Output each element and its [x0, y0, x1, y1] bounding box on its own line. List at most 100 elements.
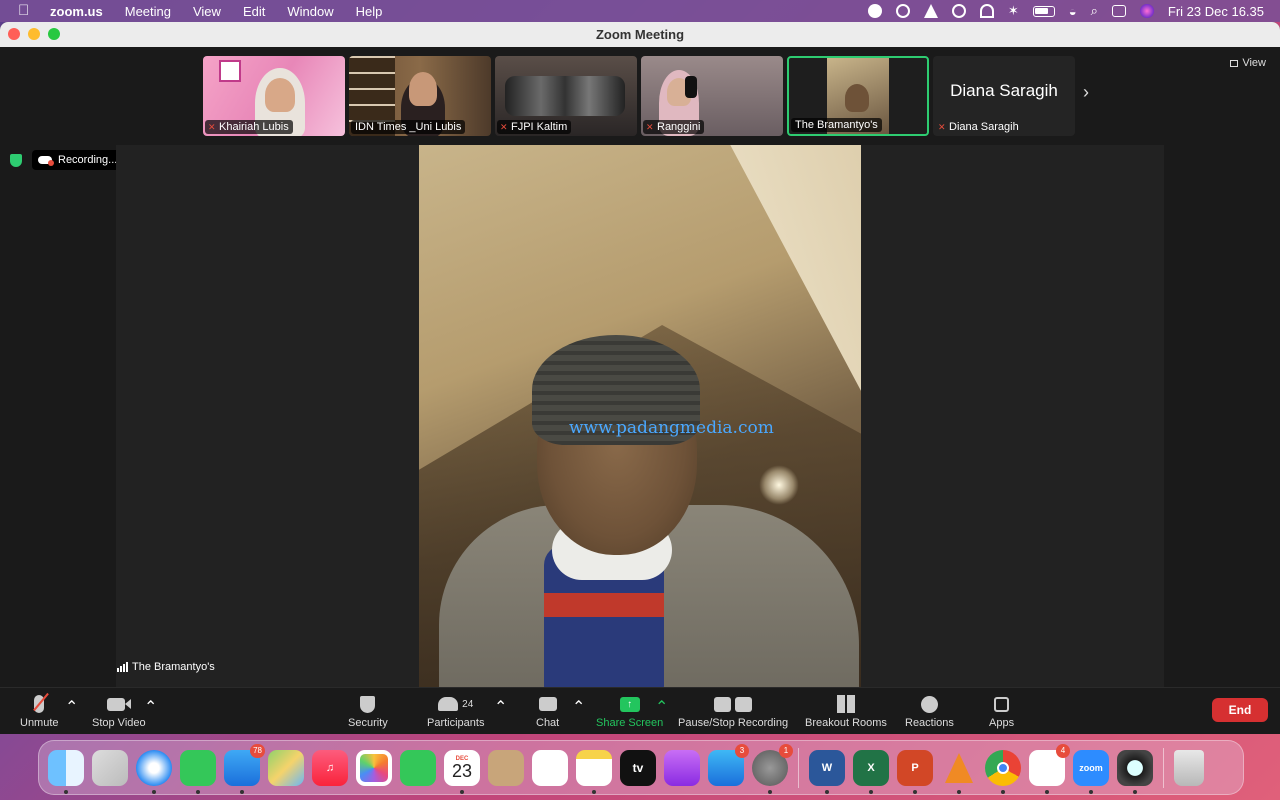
chrome-icon[interactable] — [985, 749, 1021, 794]
menu-meeting[interactable]: Meeting — [125, 4, 171, 19]
muted-mic-icon: ✕ — [500, 122, 508, 132]
participant-thumbnail[interactable]: Diana Saragih ✕ Diana Saragih — [933, 56, 1075, 136]
menu-bar-status-area: ✶ ◒ ⌕ Fri 23 Dec 16.35 — [867, 0, 1264, 22]
video-options-caret-icon[interactable]: ⌃ — [144, 697, 157, 717]
wifi-icon[interactable]: ◒ — [1069, 4, 1077, 19]
stop-video-button[interactable]: Stop Video — [92, 694, 146, 729]
fullscreen-window-button[interactable] — [48, 28, 60, 40]
finder-icon[interactable] — [48, 749, 84, 794]
mail-icon[interactable]: 78 — [224, 743, 265, 794]
participant-thumbnail[interactable]: ✕ Ranggini — [641, 56, 783, 136]
share-screen-button[interactable]: ↑ Share Screen — [596, 694, 663, 729]
share-options-caret-icon[interactable]: ⌃ — [655, 697, 668, 717]
maps-icon[interactable] — [268, 749, 304, 786]
trash-icon[interactable] — [1174, 749, 1204, 786]
display-icon[interactable] — [895, 4, 910, 18]
participant-thumbnail-active[interactable]: The Bramantyo's — [787, 56, 929, 136]
contacts-icon[interactable] — [488, 749, 524, 786]
apple-tv-icon[interactable]: tv — [620, 749, 656, 786]
muted-mic-icon: ✕ — [646, 122, 654, 132]
facetime-icon[interactable] — [400, 749, 436, 786]
participant-thumbnail[interactable]: ✕ FJPI Kaltim — [495, 56, 637, 136]
breakout-rooms-grid-icon — [836, 694, 855, 714]
vlc-icon[interactable] — [941, 750, 977, 794]
zoom-icon[interactable]: zoom — [1073, 749, 1109, 794]
participant-name-label: ✕ FJPI Kaltim — [497, 120, 572, 134]
music-icon[interactable]: ♫ — [312, 749, 348, 786]
menu-help[interactable]: Help — [356, 4, 383, 19]
participant-thumbnail[interactable]: IDN Times _Uni Lubis — [349, 56, 491, 136]
minimize-window-button[interactable] — [28, 28, 40, 40]
safari-icon[interactable] — [136, 749, 172, 794]
quicktime-icon[interactable] — [1117, 749, 1153, 794]
window-titlebar: Zoom Meeting — [0, 22, 1280, 47]
play-status-icon[interactable] — [951, 4, 966, 18]
active-speaker-video: www.padangmedia.com — [419, 145, 861, 687]
launchpad-icon[interactable] — [92, 749, 128, 786]
chat-button[interactable]: Chat — [536, 694, 559, 729]
close-window-button[interactable] — [8, 28, 20, 40]
participant-thumbnail[interactable]: ✕ Khairiah Lubis — [203, 56, 345, 136]
photos-icon[interactable] — [356, 749, 392, 786]
bluetooth-icon[interactable]: ✶ — [1008, 3, 1019, 19]
siri-icon[interactable] — [1139, 4, 1154, 18]
apps-button[interactable]: Apps — [989, 694, 1014, 729]
menu-view[interactable]: View — [193, 4, 221, 19]
meeting-controls-toolbar: Unmute ⌃ Stop Video ⌃ Security 24 Partic… — [0, 687, 1280, 734]
do-not-disturb-icon[interactable] — [867, 4, 882, 18]
reactions-smiley-icon — [920, 694, 938, 714]
slack-icon[interactable]: 4 — [1029, 743, 1070, 794]
video-camera-icon — [106, 694, 131, 714]
menu-edit[interactable]: Edit — [243, 4, 265, 19]
participant-name-label: ✕ Diana Saragih — [938, 121, 1019, 133]
next-page-chevron-icon[interactable]: › — [1083, 82, 1103, 102]
reminders-icon[interactable] — [532, 749, 568, 786]
vlc-status-icon[interactable] — [923, 4, 938, 18]
spotlight-search-icon[interactable]: ⌕ — [1091, 3, 1098, 19]
battery-icon[interactable] — [1032, 5, 1055, 17]
unmute-button[interactable]: Unmute — [20, 692, 59, 729]
active-speaker-name-label: The Bramantyo's — [117, 661, 215, 673]
app-store-icon[interactable]: 3 — [708, 743, 749, 786]
messages-icon[interactable] — [180, 749, 216, 794]
watermark-text: www.padangmedia.com — [569, 418, 774, 438]
meeting-area: ✕ Khairiah Lubis IDN Times _Uni Lubis ✕ FJ… — [0, 47, 1280, 687]
recording-controls-icon — [714, 694, 753, 714]
menu-window[interactable]: Window — [287, 4, 333, 19]
reactions-button[interactable]: Reactions — [905, 694, 954, 729]
encryption-shield-icon[interactable] — [10, 154, 22, 167]
microsoft-powerpoint-icon[interactable]: P — [897, 749, 933, 794]
participant-name-label: ✕ Ranggini — [643, 120, 705, 134]
pause-stop-recording-button[interactable]: Pause/Stop Recording — [678, 694, 788, 729]
apple-menu-icon[interactable]:  — [18, 3, 32, 19]
menu-clock[interactable]: Fri 23 Dec 16.35 — [1168, 4, 1264, 19]
audio-options-caret-icon[interactable]: ⌃ — [65, 697, 78, 717]
microsoft-word-icon[interactable]: W — [809, 749, 845, 794]
microsoft-excel-icon[interactable]: X — [853, 749, 889, 794]
control-center-icon[interactable] — [1111, 5, 1126, 17]
podcasts-icon[interactable] — [664, 749, 700, 786]
window-title: Zoom Meeting — [595, 27, 685, 42]
participants-button[interactable]: 24 Participants — [427, 694, 484, 729]
calendar-icon[interactable]: DEC 23 — [444, 749, 480, 794]
active-speaker-stage: www.padangmedia.com — [116, 145, 1164, 687]
mail-badge: 78 — [250, 743, 265, 758]
security-button[interactable]: Security — [348, 694, 388, 729]
breakout-rooms-button[interactable]: Breakout Rooms — [805, 694, 887, 729]
participant-face — [409, 72, 437, 106]
end-meeting-button[interactable]: End — [1212, 698, 1268, 722]
participant-face — [845, 84, 869, 112]
view-button[interactable]: View — [1230, 57, 1266, 69]
dock-separator — [798, 747, 799, 788]
airdrop-icon[interactable] — [979, 4, 994, 18]
menu-bar:  zoom.us Meeting View Edit Window Help … — [0, 0, 1280, 22]
dock-separator — [1163, 747, 1164, 788]
notes-icon[interactable] — [576, 749, 612, 794]
chat-options-caret-icon[interactable]: ⌃ — [572, 697, 585, 717]
participant-display-name: Diana Saragih — [950, 81, 1058, 100]
zoom-window: Zoom Meeting ✕ Khairiah Lubis IDN Times _… — [0, 22, 1280, 734]
system-settings-icon[interactable]: 1 — [752, 743, 793, 794]
menu-app-name[interactable]: zoom.us — [50, 4, 103, 19]
participants-options-caret-icon[interactable]: ⌃ — [494, 697, 507, 717]
window-controls — [8, 28, 60, 40]
